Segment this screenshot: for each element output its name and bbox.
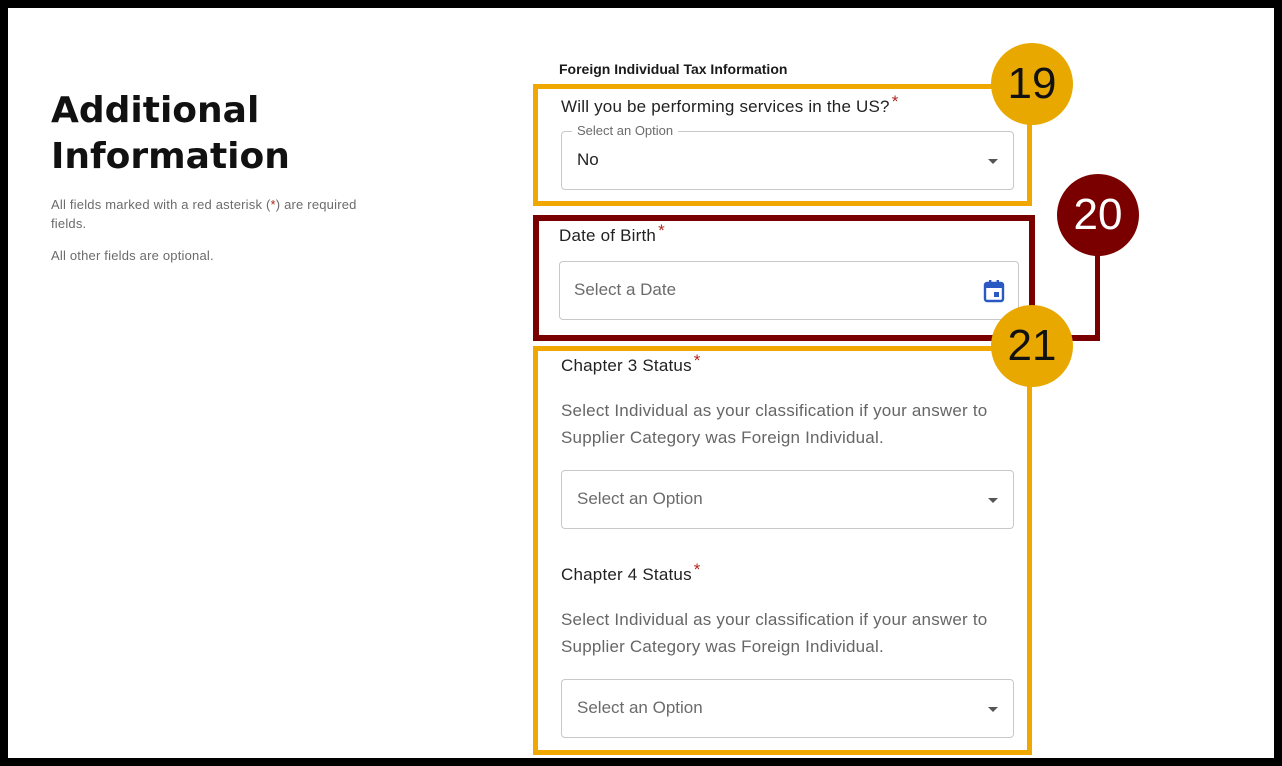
required-fields-note: All fields marked with a red asterisk (*…: [51, 195, 391, 233]
annotation-box-20: [533, 215, 1035, 341]
annotation-box-19: [533, 84, 1032, 206]
annotation-badge-20: 20: [1057, 174, 1139, 256]
annotation-badge-21: 21: [991, 305, 1073, 387]
annotation-badge-19: 19: [991, 43, 1073, 125]
page-title: Additional Information: [51, 88, 351, 180]
optional-fields-note: All other fields are optional.: [51, 248, 214, 263]
page-title-line1: Additional: [51, 90, 260, 131]
required-note-text-start: All fields marked with a red asterisk (: [51, 197, 271, 212]
annotation-connector-20-vertical: [1095, 248, 1100, 341]
page-title-line2: Information: [51, 136, 290, 177]
annotation-box-21: [533, 346, 1032, 755]
section-title: Foreign Individual Tax Information: [559, 61, 788, 77]
page: Additional Information All fields marked…: [8, 8, 1274, 758]
